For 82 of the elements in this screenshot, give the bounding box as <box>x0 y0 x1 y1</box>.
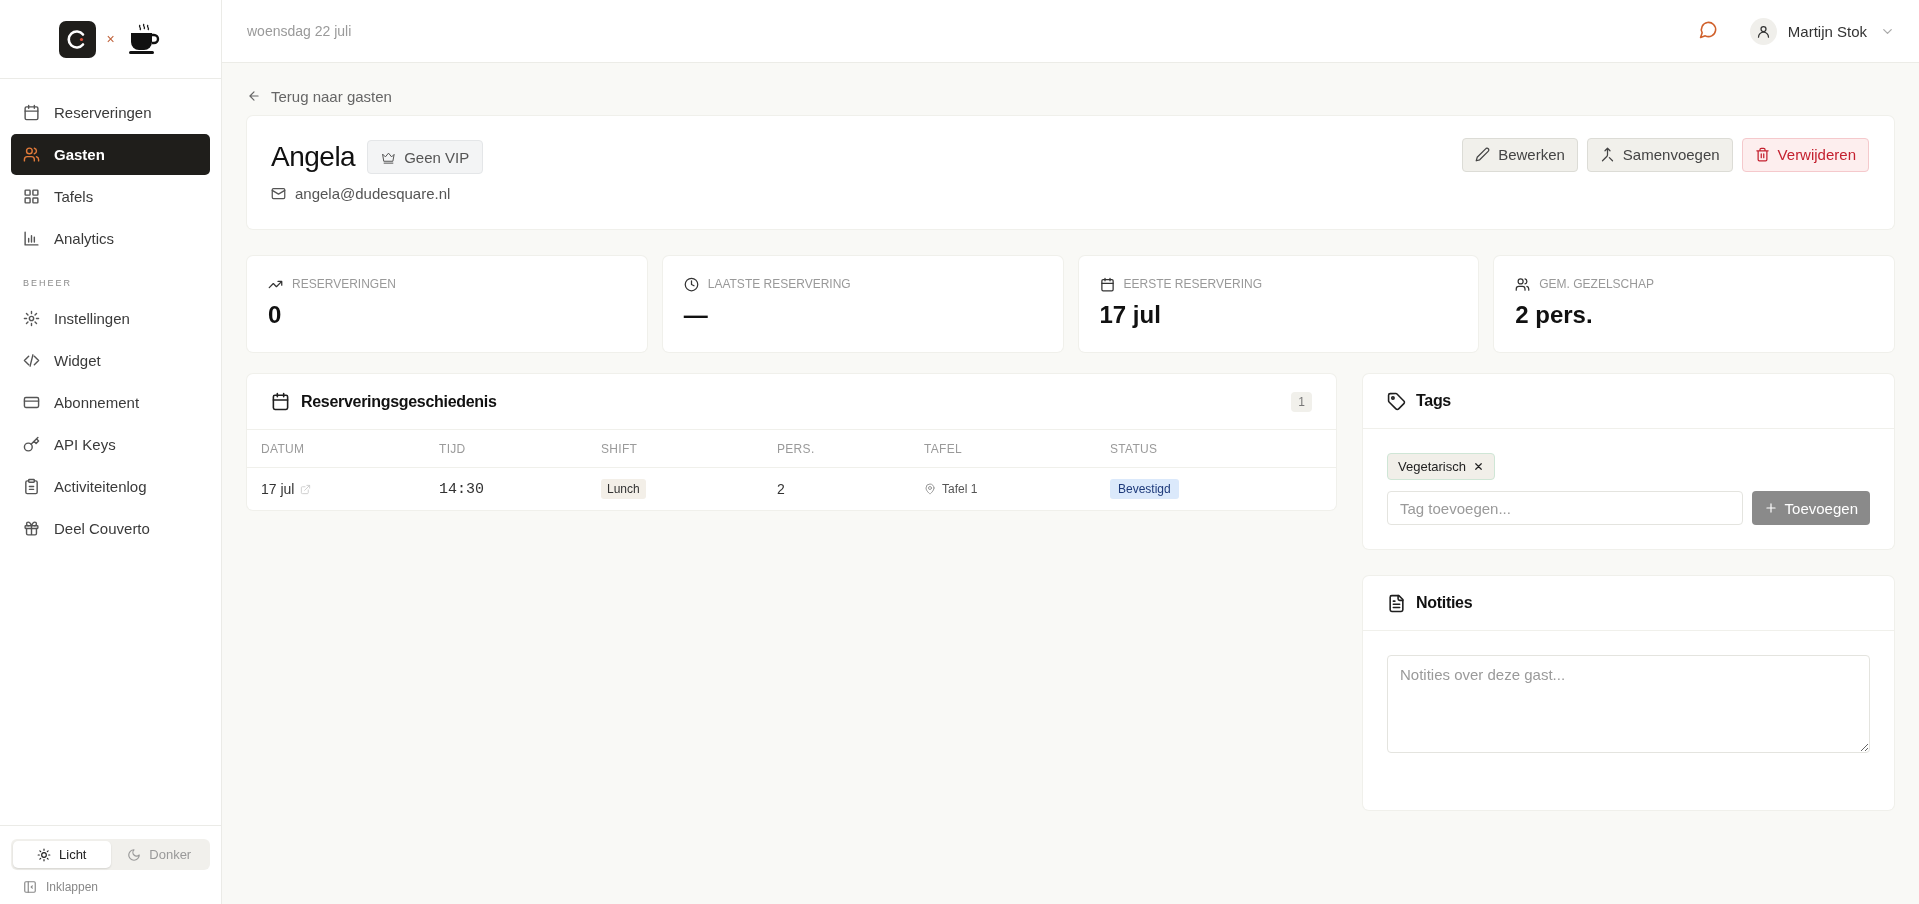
merge-icon <box>1599 147 1615 162</box>
arrow-left-icon <box>247 89 261 103</box>
logo-separator: × <box>106 31 115 47</box>
sidebar-item[interactable]: Instellingen <box>11 298 210 339</box>
user-menu[interactable]: Martijn Stok <box>1749 17 1895 45</box>
key-icon <box>23 436 40 453</box>
column-header: TIJD <box>439 441 467 456</box>
clipboard-icon <box>23 478 40 495</box>
external-link-icon <box>300 483 312 495</box>
table-row[interactable]: 17 jul 14:30 Lunch 2 Tafel 1 Bevestigd <box>247 468 1336 510</box>
column-header: STATUS <box>1110 441 1159 456</box>
table-cell: Tafel 1 <box>942 482 978 496</box>
gift-icon <box>23 520 40 537</box>
moon-icon <box>127 847 142 862</box>
sidebar-item[interactable]: Tafels <box>11 176 210 217</box>
pencil-icon <box>1475 147 1491 162</box>
back-link[interactable]: Terug naar gasten <box>247 87 392 105</box>
clock-icon <box>683 276 699 292</box>
stat-label: LAATSTE RESERVERING <box>707 277 851 291</box>
code-icon <box>23 352 40 369</box>
users-icon <box>23 146 40 163</box>
tag-input-field[interactable]: Tag toevoegen... <box>1387 491 1743 525</box>
date-cell: 17 jul <box>261 481 295 497</box>
column-header: PERS. <box>777 441 816 456</box>
sidebar-item[interactable]: Reserveringen <box>11 92 210 133</box>
card-title: Tags <box>1416 392 1451 410</box>
guest-email: angela@dudesquare.nl <box>271 185 451 202</box>
calendar-icon <box>1099 276 1115 292</box>
remove-icon[interactable] <box>1472 461 1484 472</box>
sidebar-item[interactable]: Gasten <box>11 134 210 175</box>
stat-value: 17 jul <box>1099 301 1161 328</box>
grid-icon <box>23 188 40 205</box>
column-header: DATUM <box>261 441 306 456</box>
sidebar-item[interactable]: Abonnement <box>11 382 210 423</box>
chat-icon[interactable] <box>1698 19 1718 39</box>
trash-icon <box>1754 147 1770 162</box>
credit-card-icon <box>23 394 40 411</box>
status-badge: Bevestigd <box>1110 479 1179 499</box>
collapse-button[interactable]: Inklappen <box>11 870 210 894</box>
persons-cell-text: 2 <box>777 481 786 497</box>
stat-label: GEM. GEZELSCHAP <box>1539 277 1654 291</box>
merge-button[interactable]: Samenvoegen <box>1586 137 1733 172</box>
time-cell-text: 14:30 <box>439 480 485 498</box>
calendar-icon <box>271 392 290 411</box>
sidebar-item[interactable]: Widget <box>11 340 210 381</box>
section-label: BEHEER <box>22 277 73 290</box>
column-header: SHIFT <box>601 441 639 456</box>
users-icon <box>1515 276 1531 292</box>
sidebar-item[interactable]: Activiteitenlog <box>11 466 210 507</box>
stat-label: RESERVERINGEN <box>292 277 396 291</box>
stat-value: — <box>683 301 708 328</box>
mail-icon <box>271 186 286 201</box>
calendar-icon <box>23 104 40 121</box>
edit-button[interactable]: Bewerken <box>1462 137 1578 172</box>
theme-option[interactable]: Licht <box>13 841 111 868</box>
user-icon <box>1755 23 1771 39</box>
delete-button[interactable]: Verwijderen <box>1741 137 1869 172</box>
document-icon <box>1387 593 1406 613</box>
card-title: Reserveringsgeschiedenis <box>301 392 498 411</box>
plus-icon <box>1763 501 1778 515</box>
notes-field[interactable]: Notities over deze gast... <box>1387 655 1870 753</box>
stat-value: 0 <box>268 301 282 328</box>
map-pin-icon <box>924 483 936 495</box>
tag-chip: Vegetarisch <box>1387 453 1495 480</box>
stat-value: 2 pers. <box>1515 301 1593 328</box>
sidebar-item[interactable]: Deel Couverto <box>11 508 210 549</box>
header-date: woensdag 22 juli <box>247 23 353 39</box>
sidebar-item[interactable]: Analytics <box>11 218 210 259</box>
vip-badge[interactable]: Geen VIP <box>367 140 484 174</box>
logo-icon <box>59 20 97 58</box>
tag-icon <box>1387 391 1406 411</box>
settings-icon <box>23 310 40 327</box>
stat-label: EERSTE RESERVERING <box>1123 277 1262 291</box>
shift-badge: Lunch <box>601 479 646 499</box>
guest-name: Angela <box>271 141 356 173</box>
sun-icon <box>37 847 51 862</box>
bar-chart-icon <box>23 230 40 247</box>
sidebar-panel-icon <box>23 880 37 894</box>
card-title: Notities <box>1416 594 1473 612</box>
count-badge: 1 <box>1291 391 1312 412</box>
column-header: TAFEL <box>924 441 963 456</box>
sidebar-item[interactable]: API Keys <box>11 424 210 465</box>
